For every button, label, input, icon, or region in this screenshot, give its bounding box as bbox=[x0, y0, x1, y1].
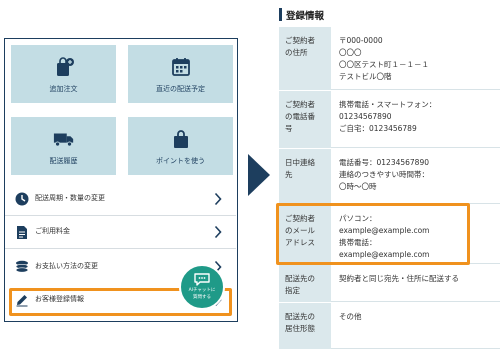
tile-additional-order[interactable]: 追加注文 bbox=[11, 45, 116, 103]
mypage-menu-panel: 追加注文 直近の配送予定 配送履歴 ポイントを使う 配送周期・数量の変更 ご利用… bbox=[4, 38, 238, 322]
row-label: ご契約者 の電話番号 bbox=[279, 91, 331, 148]
tile-label: 直近の配送予定 bbox=[156, 85, 205, 93]
calendar-icon bbox=[170, 56, 192, 78]
tile-label: 配送履歴 bbox=[49, 157, 78, 165]
row-value: その他 bbox=[331, 303, 500, 349]
shopping-bag-icon bbox=[170, 128, 192, 150]
row-label: 日中連絡先 bbox=[279, 149, 331, 204]
chevron-right-icon bbox=[214, 225, 222, 239]
page-title: 登録情報 bbox=[286, 11, 325, 22]
row-label: ご契約者 の住所 bbox=[279, 27, 331, 90]
pencil-icon bbox=[14, 292, 30, 308]
truck-icon bbox=[53, 128, 75, 150]
coins-icon bbox=[14, 259, 30, 275]
tile-label: ポイントを使う bbox=[156, 157, 205, 165]
title-accent-bar bbox=[279, 8, 282, 21]
ai-chat-button[interactable]: AIチャットに 質問する bbox=[179, 264, 225, 310]
menu-item-label: 配送周期・数量の変更 bbox=[35, 194, 105, 202]
chat-bubble-icon bbox=[194, 273, 210, 286]
clock-icon bbox=[14, 191, 30, 207]
menu-item-label: ご利用料金 bbox=[35, 227, 70, 235]
menu-item-label: お客様登録情報 bbox=[35, 295, 84, 303]
row-label: ご契約者 のメール アドレス bbox=[279, 205, 331, 264]
table-row: 日中連絡先 電話番号：01234567890 連絡のつきやすい時間帯： 〇時～〇時 bbox=[279, 149, 500, 205]
chevron-right-icon bbox=[214, 192, 222, 206]
bag-plus-icon bbox=[53, 56, 75, 78]
row-value: 携帯電話・スマートフォン： 01234567890 ご自宅：0123456789 bbox=[331, 91, 500, 148]
table-row: ご契約者 の電話番号 携帯電話・スマートフォン： 01234567890 ご自宅：01… bbox=[279, 91, 500, 149]
menu-item-label: お支払い方法の変更 bbox=[35, 262, 98, 270]
document-icon bbox=[14, 224, 30, 240]
arrow-right-icon bbox=[248, 154, 270, 196]
tile-use-points[interactable]: ポイントを使う bbox=[128, 117, 233, 175]
table-row: 配送先の 居住形態 その他 bbox=[279, 303, 500, 350]
tile-label: 追加注文 bbox=[49, 85, 78, 93]
row-value: 契約者と同じ宛先・住所に配送する bbox=[331, 265, 500, 302]
menu-item-delivery-cycle[interactable]: 配送周期・数量の変更 bbox=[5, 182, 236, 216]
table-row: 配送先の 指定 契約者と同じ宛先・住所に配送する bbox=[279, 265, 500, 303]
tile-upcoming-delivery[interactable]: 直近の配送予定 bbox=[128, 45, 233, 103]
menu-item-usage-fee[interactable]: ご利用料金 bbox=[5, 215, 236, 249]
table-row: ご契約者 のメール アドレス パソコン： example@example.com 携帯電… bbox=[279, 205, 500, 265]
chat-label-line2: 質問する bbox=[193, 295, 211, 300]
row-value: 〒000-0000 〇〇〇 〇〇区テスト町１－１－１ テストビル〇階 bbox=[331, 27, 500, 90]
chat-label-line1: AIチャットに bbox=[188, 288, 216, 293]
row-value: パソコン： example@example.com 携帯電話： example@exa… bbox=[331, 205, 500, 264]
row-label: 配送先の 居住形態 bbox=[279, 303, 331, 349]
tile-grid: 追加注文 直近の配送予定 配送履歴 ポイントを使う bbox=[11, 45, 233, 175]
table-row: ご契約者 の住所 〒000-0000 〇〇〇 〇〇区テスト町１－１－１ テストビル〇階 bbox=[279, 27, 500, 91]
row-label: 配送先の 指定 bbox=[279, 265, 331, 302]
row-value: 電話番号：01234567890 連絡のつきやすい時間帯： 〇時～〇時 bbox=[331, 149, 500, 204]
tile-delivery-history[interactable]: 配送履歴 bbox=[11, 117, 116, 175]
